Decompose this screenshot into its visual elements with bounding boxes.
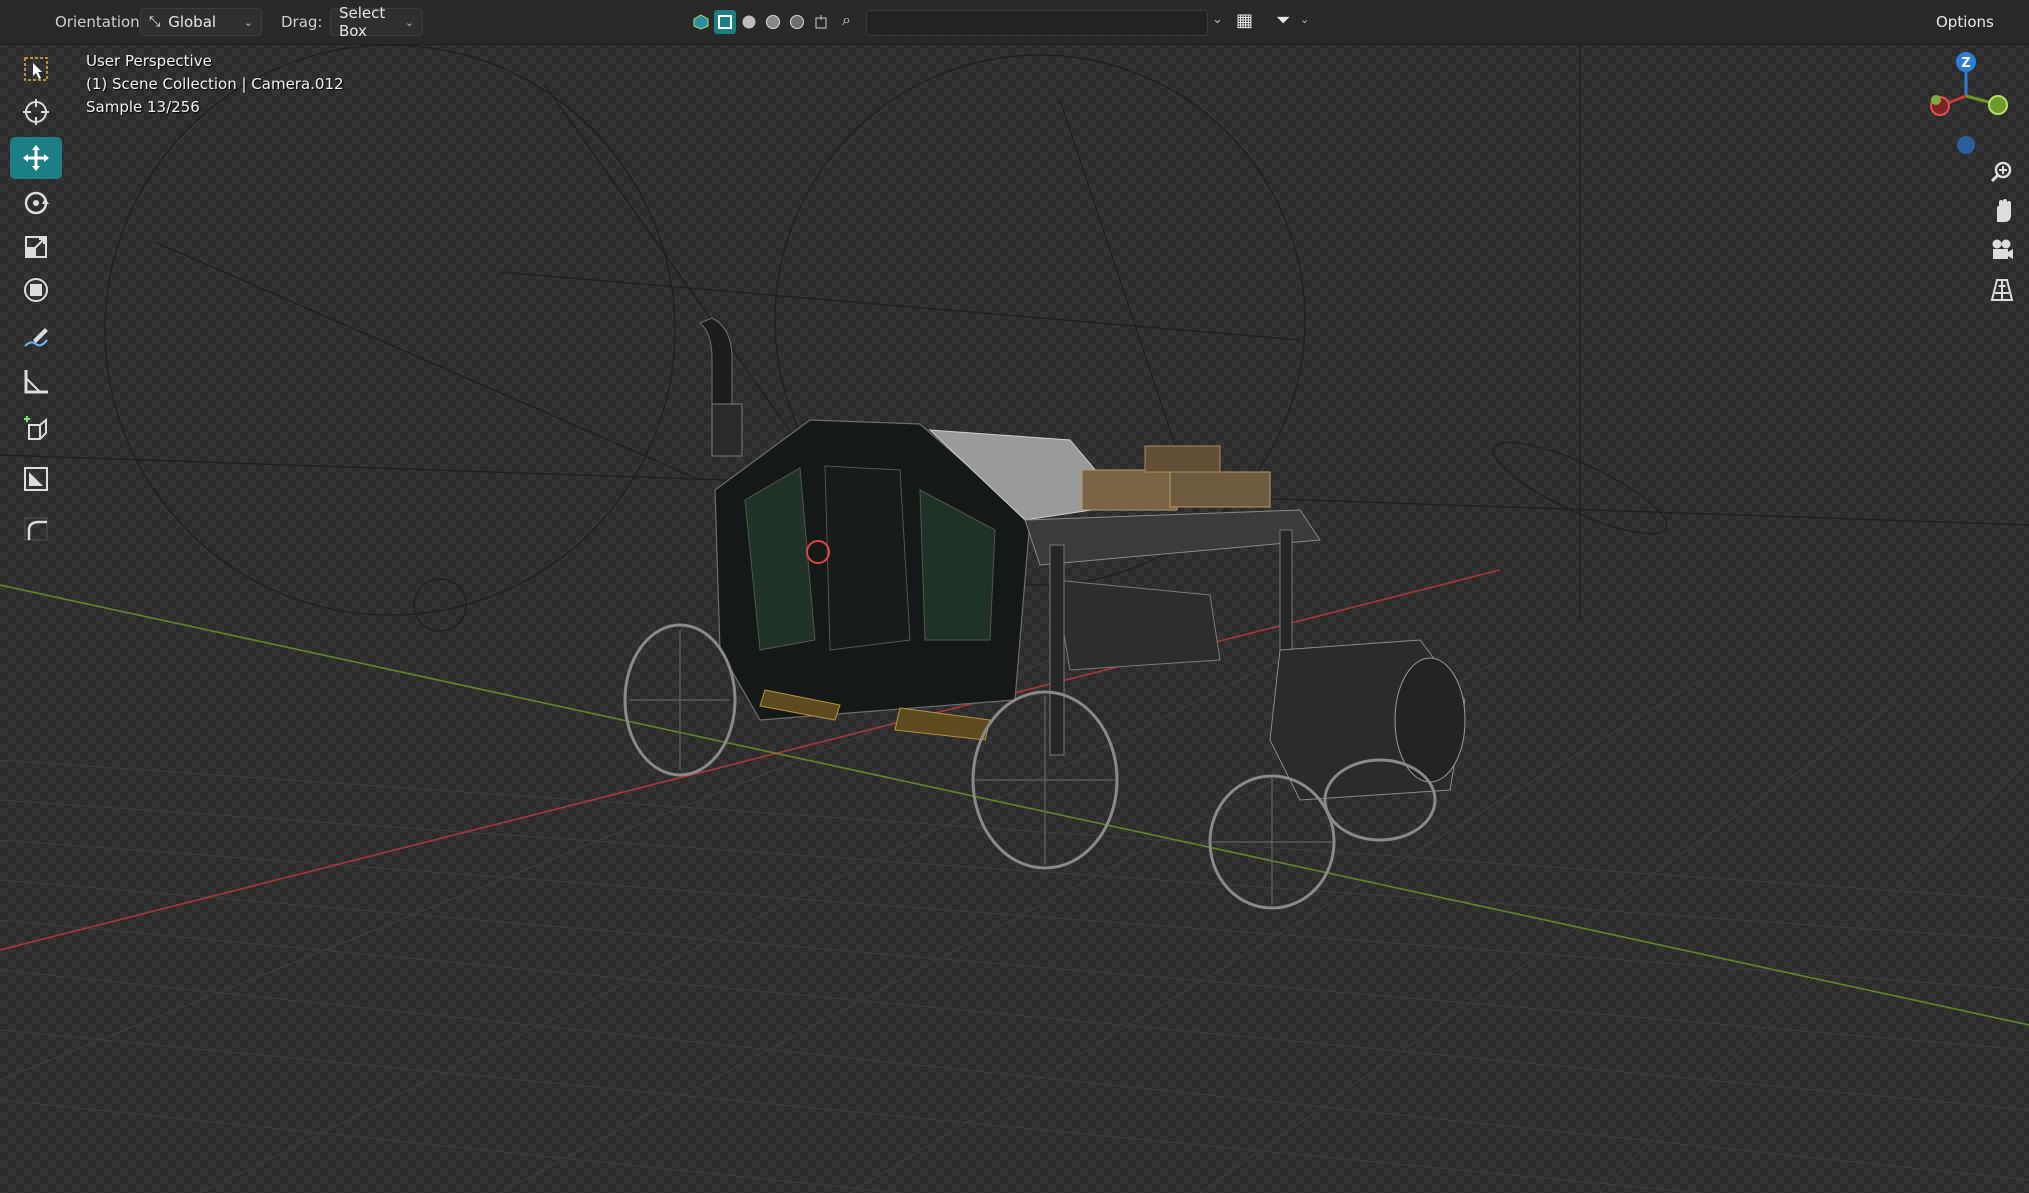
z-axis-label: Z	[1961, 56, 1970, 71]
hand-icon	[1997, 199, 2011, 222]
object-type-visibility-button[interactable]	[690, 10, 712, 34]
grid-perspective-icon	[1990, 279, 2014, 301]
smooth-tool[interactable]	[10, 508, 62, 550]
select-box-tool[interactable]	[10, 48, 62, 90]
dropdown-chevron-icon[interactable]: ⌄	[1212, 12, 1223, 27]
rotate-tool[interactable]	[10, 182, 62, 224]
filter-chevron-icon[interactable]: ⌄	[1300, 13, 1309, 26]
display-mode-icon[interactable]: ▦	[1236, 10, 1253, 31]
annotate-tool[interactable]	[10, 316, 62, 358]
cursor-tool[interactable]	[10, 91, 62, 133]
add-cube-icon	[24, 416, 47, 440]
overlay-button[interactable]	[810, 10, 832, 34]
shade-icon	[24, 467, 48, 491]
chevron-down-icon: ⌄	[404, 15, 414, 29]
drag-dropdown[interactable]: Select Box ⌄	[330, 4, 423, 40]
orientation-label: Orientation:	[55, 13, 145, 31]
wireframe-shading-button[interactable]	[714, 10, 736, 34]
transform-icon	[24, 278, 48, 302]
search-icon: ⌕	[842, 10, 851, 29]
viewport-overlay-info: User Perspective (1) Scene Collection | …	[86, 50, 344, 119]
zoom-icon	[1990, 161, 2012, 183]
neg-y-axis-handle[interactable]	[1931, 95, 1941, 105]
rotate-icon	[24, 191, 49, 215]
cube-color-icon	[693, 14, 709, 30]
filter-icon[interactable]: ⏷	[1276, 10, 1290, 31]
select-box-icon	[24, 57, 48, 81]
annotate-icon	[24, 328, 48, 347]
pan-button[interactable]	[1984, 193, 2020, 229]
camera-view-button[interactable]	[1984, 232, 2020, 268]
shading-buttons	[690, 10, 832, 34]
projection-toggle-button[interactable]	[1984, 272, 2020, 308]
navigation-gizmo[interactable]: Z	[1912, 48, 2022, 158]
overlay-icon	[815, 15, 827, 29]
options-button[interactable]: Options	[1930, 8, 2000, 36]
smooth-icon	[24, 517, 48, 541]
measure-icon	[24, 370, 48, 394]
view-name: User Perspective	[86, 52, 212, 70]
material-preview-button[interactable]	[762, 10, 784, 34]
move-icon	[23, 145, 49, 171]
3d-viewport[interactable]	[0, 0, 2029, 1193]
drag-value: Select Box	[339, 4, 386, 40]
y-axis-handle[interactable]	[1988, 95, 2008, 115]
material-sphere-icon	[766, 15, 780, 29]
search-input[interactable]	[866, 10, 1208, 36]
cursor-icon	[23, 99, 49, 125]
camera-icon	[1992, 239, 2013, 259]
collection-info: (1) Scene Collection | Camera.012	[86, 75, 344, 93]
chevron-down-icon: ⌄	[243, 15, 253, 29]
measure-tool[interactable]	[10, 360, 62, 402]
rendered-sphere-icon	[790, 15, 804, 29]
orientation-value: Global	[168, 13, 217, 31]
add-cube-tool[interactable]	[10, 408, 62, 450]
scale-icon	[25, 236, 47, 258]
orientation-dropdown[interactable]: ⤡ Global ⌄	[140, 8, 262, 36]
solid-sphere-icon	[742, 15, 756, 29]
scale-tool[interactable]	[10, 226, 62, 268]
solid-shading-button[interactable]	[738, 10, 760, 34]
move-tool[interactable]	[10, 137, 62, 179]
zoom-button[interactable]	[1984, 154, 2020, 190]
neg-z-axis-handle[interactable]	[1957, 136, 1975, 154]
transform-orientation-icon: ⤡	[149, 14, 161, 30]
scene-canvas[interactable]	[0, 0, 2029, 1193]
floor-grid	[0, 639, 2029, 1193]
viewport-header: Orientation: ⤡ Global ⌄ Drag: Select Box…	[0, 0, 2029, 45]
transform-tool[interactable]	[10, 269, 62, 311]
drag-label: Drag:	[281, 13, 323, 31]
wireframe-icon	[718, 15, 732, 29]
shade-tool[interactable]	[10, 458, 62, 500]
rendered-shading-button[interactable]	[786, 10, 808, 34]
selected-carriage-model[interactable]	[623, 317, 1466, 910]
render-sample-info: Sample 13/256	[86, 98, 200, 116]
